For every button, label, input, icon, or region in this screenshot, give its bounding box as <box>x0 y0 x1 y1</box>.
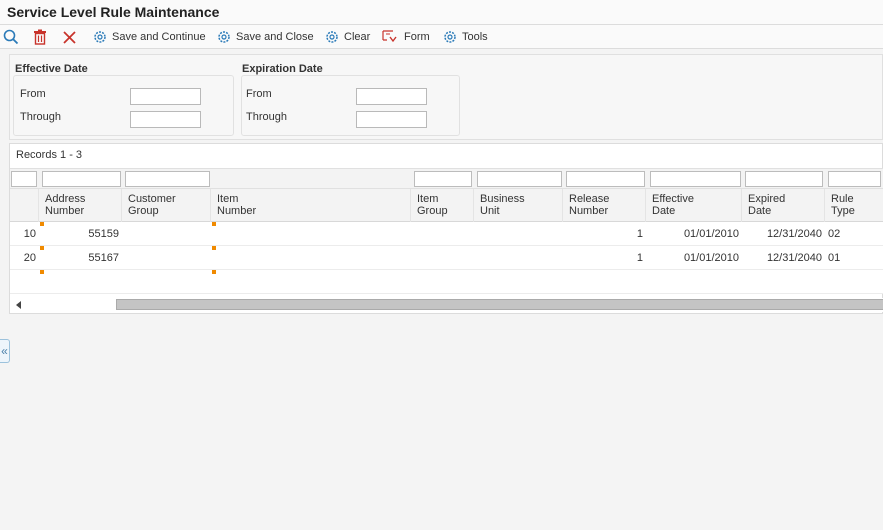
close-button[interactable] <box>62 28 77 46</box>
effective-date-title: Effective Date <box>15 63 88 75</box>
cell-effective-date: 01/01/2010 <box>683 252 739 264</box>
table-row[interactable]: 20 55167 1 01/01/2010 12/31/2040 01 <box>10 246 883 270</box>
required-marker <box>40 222 44 226</box>
effective-from-input[interactable] <box>130 88 201 105</box>
required-marker <box>40 270 44 274</box>
col-header-business-unit[interactable]: Business Unit <box>480 193 525 217</box>
cell-rule-type: 01 <box>828 252 841 264</box>
qbe-expired-date-input[interactable] <box>745 171 823 187</box>
tools-menu-label: Tools <box>462 31 488 43</box>
required-marker <box>212 222 216 226</box>
gear-icon <box>444 31 456 43</box>
save-and-continue-button[interactable]: Save and Continue <box>93 28 206 46</box>
double-chevron-left-icon: « <box>1 344 8 358</box>
expiration-date-group: From Through <box>241 75 460 136</box>
qbe-line-input[interactable] <box>11 171 37 187</box>
qbe-release-number-input[interactable] <box>566 171 645 187</box>
page-title: Service Level Rule Maintenance <box>7 4 220 20</box>
form-menu-button[interactable]: Form <box>382 28 430 46</box>
clear-label: Clear <box>344 31 371 43</box>
effective-through-label: Through <box>20 111 61 123</box>
cell-expired-date: 12/31/2040 <box>766 252 822 264</box>
gear-icon <box>326 31 338 43</box>
close-icon <box>63 30 76 44</box>
col-header-item-group[interactable]: Item Group <box>417 193 448 217</box>
col-header-release-number[interactable]: Release Number <box>569 193 609 217</box>
required-marker <box>212 270 216 274</box>
expiration-through-label: Through <box>246 111 287 123</box>
qbe-customer-group-input[interactable] <box>125 171 210 187</box>
col-header-effective-date[interactable]: Effective Date <box>652 193 694 217</box>
gear-icon <box>218 31 230 43</box>
records-count: Records 1 - 3 <box>16 149 83 161</box>
qbe-rule-type-input[interactable] <box>828 171 881 187</box>
expiration-from-input[interactable] <box>356 88 427 105</box>
expiration-from-label: From <box>246 88 272 100</box>
query-by-example-row <box>10 168 883 189</box>
col-header-item-number[interactable]: Item Number <box>217 193 256 217</box>
scroll-left-icon[interactable] <box>16 301 21 309</box>
effective-through-input[interactable] <box>130 111 201 128</box>
tools-menu-button[interactable]: Tools <box>443 28 488 46</box>
find-button[interactable] <box>3 28 19 46</box>
col-header-rule-type[interactable]: Rule Type <box>831 193 855 217</box>
save-and-close-button[interactable]: Save and Close <box>217 28 314 46</box>
cell-address-number: 55167 <box>88 252 119 264</box>
effective-date-group: From Through <box>13 75 234 136</box>
form-menu-icon <box>382 29 397 42</box>
qbe-item-group-input[interactable] <box>414 171 472 187</box>
col-header-address-number[interactable]: Address Number <box>45 193 85 217</box>
filter-panel: Effective Date From Through Expiration D… <box>9 54 883 140</box>
search-icon <box>3 29 19 45</box>
save-and-continue-label: Save and Continue <box>112 31 206 43</box>
grid-header-row: Address Number Customer Group Item Numbe… <box>10 189 883 222</box>
effective-from-label: From <box>20 88 46 100</box>
clear-button[interactable]: Clear <box>325 28 370 46</box>
cell-effective-date: 01/01/2010 <box>683 228 739 240</box>
form-menu-label: Form <box>404 31 430 43</box>
qbe-address-number-input[interactable] <box>42 171 121 187</box>
required-marker <box>40 246 44 250</box>
table-row-empty[interactable] <box>10 270 883 294</box>
cell-expired-date: 12/31/2040 <box>766 228 822 240</box>
delete-button[interactable] <box>33 28 47 46</box>
trash-icon <box>34 29 46 45</box>
col-header-customer-group[interactable]: Customer Group <box>128 193 176 217</box>
qbe-business-unit-input[interactable] <box>477 171 562 187</box>
cell-release-number: 1 <box>636 228 643 240</box>
required-marker <box>212 246 216 250</box>
cell-address-number: 55159 <box>88 228 119 240</box>
cell-line: 10 <box>23 228 36 240</box>
toolbar: Save and Continue Save and Close Clear F… <box>0 25 883 49</box>
collapse-panel-button[interactable]: « <box>0 339 10 363</box>
col-header-expired-date[interactable]: Expired Date <box>748 193 785 217</box>
table-row[interactable]: 10 55159 1 01/01/2010 12/31/2040 02 <box>10 222 883 246</box>
expiration-through-input[interactable] <box>356 111 427 128</box>
scrollbar-thumb[interactable] <box>116 299 883 310</box>
data-grid: Records 1 - 3 Address Number Customer Gr… <box>9 143 883 314</box>
expiration-date-title: Expiration Date <box>242 63 323 75</box>
gear-icon <box>94 31 106 43</box>
cell-line: 20 <box>23 252 36 264</box>
horizontal-scrollbar[interactable] <box>10 298 883 312</box>
cell-release-number: 1 <box>636 252 643 264</box>
save-and-close-label: Save and Close <box>236 31 314 43</box>
title-bar: Service Level Rule Maintenance <box>0 0 883 25</box>
qbe-effective-date-input[interactable] <box>650 171 741 187</box>
cell-rule-type: 02 <box>828 228 841 240</box>
